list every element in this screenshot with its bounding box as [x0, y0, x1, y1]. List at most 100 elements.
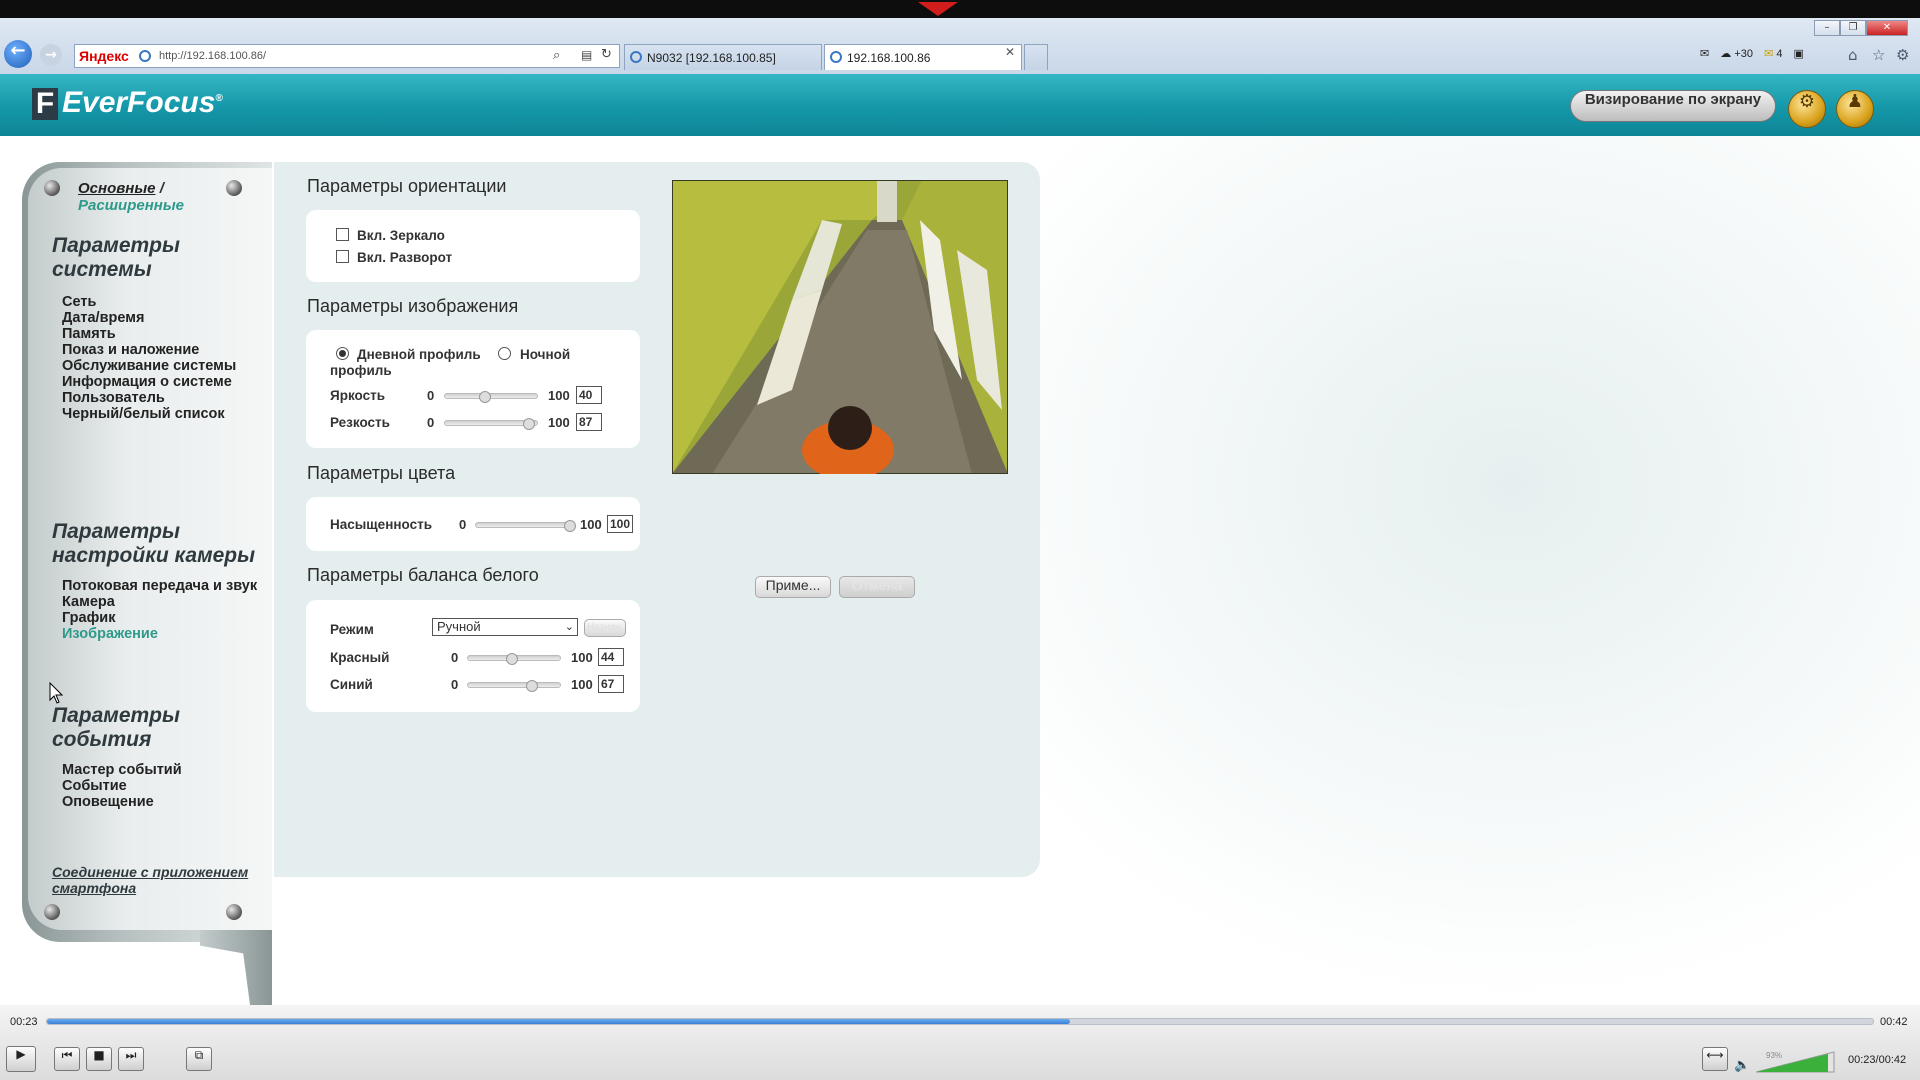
home-icon[interactable]: ⌂: [1848, 46, 1858, 64]
elapsed-time: 00:23: [10, 1016, 38, 1028]
brightness-slider[interactable]: [444, 391, 538, 403]
stop-button[interactable]: ■: [86, 1047, 112, 1071]
seek-track[interactable]: [46, 1018, 1874, 1025]
slider-knob[interactable]: [526, 680, 538, 692]
camera-menu: Потоковая передача и звук Камера График …: [62, 578, 257, 642]
menu-item-schedule[interactable]: График: [62, 610, 257, 626]
menu-item-image[interactable]: Изображение: [62, 626, 257, 642]
slider-knob[interactable]: [523, 418, 535, 430]
event-section-title: Параметры события: [52, 704, 180, 751]
saturation-input[interactable]: 100: [607, 515, 633, 533]
image-title: Параметры изображения: [307, 296, 519, 316]
slider-knob[interactable]: [506, 653, 518, 665]
system-section-title: Параметры системы: [52, 234, 180, 281]
settings-gear-icon[interactable]: ⚙: [1788, 90, 1826, 128]
screen-view-button[interactable]: Визирование по экрану: [1570, 90, 1776, 122]
sidebar: Основные / Расширенные Параметры системы…: [28, 168, 272, 930]
brightness-label: Яркость: [330, 388, 386, 403]
speaker-icon[interactable]: 🔈: [1734, 1058, 1750, 1073]
menu-item-notification[interactable]: Оповещение: [62, 794, 182, 810]
previous-button[interactable]: ⏮: [54, 1047, 80, 1071]
apply-button[interactable]: Приме...: [755, 576, 831, 598]
blue-input[interactable]: 67: [598, 675, 624, 693]
refresh-icon[interactable]: ↻: [601, 47, 612, 62]
volume-percent: 93%: [1766, 1051, 1783, 1060]
slider-knob[interactable]: [479, 391, 491, 403]
switch-view-button[interactable]: ⧉: [186, 1047, 212, 1071]
yandex-label: Яндекс: [79, 48, 129, 64]
mirror-label: Вкл. Зеркало: [357, 228, 445, 243]
menu-item-maintenance[interactable]: Обслуживание системы: [62, 358, 236, 374]
menu-item-system-info[interactable]: Информация о системе: [62, 374, 236, 390]
menu-item-blacklist[interactable]: Черный/белый список: [62, 406, 236, 422]
slider-knob[interactable]: [564, 520, 576, 532]
fullscreen-button[interactable]: ⟷: [1702, 1047, 1728, 1071]
user-icon[interactable]: ♟: [1836, 90, 1874, 128]
mail-count: 4: [1776, 48, 1783, 60]
menu-item-event[interactable]: Событие: [62, 778, 182, 794]
menu-item-camera[interactable]: Камера: [62, 594, 257, 610]
notification-arrow-icon: [918, 2, 958, 16]
logo-registered: ®: [215, 93, 223, 104]
mode-advanced-link[interactable]: Расширенные: [78, 197, 184, 214]
menu-item-streaming[interactable]: Потоковая передача и звук: [62, 578, 257, 594]
ie-icon: [830, 51, 842, 63]
volume-slider[interactable]: 93%: [1755, 1050, 1836, 1074]
address-bar[interactable]: Яндекс http://192.168.100.86/ ⌕ ▤ ↻: [74, 44, 620, 68]
wb-mode-select[interactable]: Ручной ⌄: [432, 618, 578, 636]
event-menu: Мастер событий Событие Оповещение: [62, 762, 182, 810]
play-button[interactable]: ▶: [6, 1046, 36, 1072]
menu-item-storage[interactable]: Память: [62, 326, 236, 342]
blue-slider[interactable]: [467, 680, 561, 692]
media-player-bar: [0, 1005, 1920, 1080]
camera-preview: [672, 180, 1008, 474]
mail-badge-icon[interactable]: ✉: [1764, 47, 1773, 60]
feed-icon[interactable]: ▣: [1794, 47, 1804, 60]
weather-icon[interactable]: ☁: [1720, 47, 1731, 60]
new-tab-button[interactable]: [1024, 44, 1048, 70]
compat-icon[interactable]: ▤: [581, 48, 592, 62]
red-input[interactable]: 44: [598, 648, 624, 666]
saturation-slider[interactable]: [475, 520, 576, 532]
close-tab-icon[interactable]: ✕: [1005, 45, 1015, 59]
mirror-checkbox[interactable]: [336, 228, 349, 241]
brightness-input[interactable]: 40: [576, 386, 602, 404]
background-decoration: [900, 136, 1920, 1006]
tools-gear-icon[interactable]: ⚙: [1896, 46, 1909, 64]
maximize-button[interactable]: ❐: [1840, 20, 1866, 36]
red-min: 0: [451, 650, 459, 665]
search-icon[interactable]: ⌕: [553, 48, 560, 63]
combined-time: 00:23/00:42: [1848, 1054, 1907, 1066]
flip-checkbox[interactable]: [336, 250, 349, 263]
system-menu: Сеть Дата/время Память Показ и наложение…: [62, 294, 236, 422]
mail-icon[interactable]: ✉: [1700, 47, 1709, 60]
tab-active[interactable]: 192.168.100.86 ✕: [824, 44, 1022, 70]
sharpness-label: Резкость: [330, 415, 390, 430]
everfocus-logo: F EverFocus®: [32, 86, 223, 121]
menu-item-display-overlay[interactable]: Показ и наложение: [62, 342, 236, 358]
menu-item-datetime[interactable]: Дата/время: [62, 310, 236, 326]
forward-button[interactable]: →: [40, 44, 62, 66]
address-text[interactable]: http://192.168.100.86/: [159, 50, 266, 62]
logo-text: EverFocus: [62, 86, 216, 119]
tab-n9032[interactable]: N9032 [192.168.100.85]: [624, 44, 822, 70]
mode-basic-link[interactable]: Основные: [78, 180, 156, 197]
cancel-button[interactable]: Отмена: [839, 576, 915, 598]
sharpness-input[interactable]: 87: [576, 413, 602, 431]
wb-set-button[interactable]: Назнач.: [584, 619, 626, 637]
back-button[interactable]: ←: [4, 40, 32, 68]
close-window-button[interactable]: ✕: [1866, 20, 1908, 36]
next-button[interactable]: ⏭: [118, 1047, 144, 1071]
menu-item-user[interactable]: Пользователь: [62, 390, 236, 406]
screw-icon: [44, 904, 60, 920]
red-slider[interactable]: [467, 653, 561, 665]
favorites-icon[interactable]: ☆: [1872, 46, 1885, 64]
menu-item-network[interactable]: Сеть: [62, 294, 236, 310]
screw-icon: [226, 904, 242, 920]
sharpness-slider[interactable]: [444, 418, 538, 430]
smartphone-link[interactable]: Соединение с приложением смартфона: [52, 864, 268, 896]
minimize-button[interactable]: –: [1814, 20, 1840, 36]
menu-item-event-wizard[interactable]: Мастер событий: [62, 762, 182, 778]
screw-icon: [226, 180, 242, 196]
night-profile-label: Ночной профиль: [330, 347, 571, 378]
